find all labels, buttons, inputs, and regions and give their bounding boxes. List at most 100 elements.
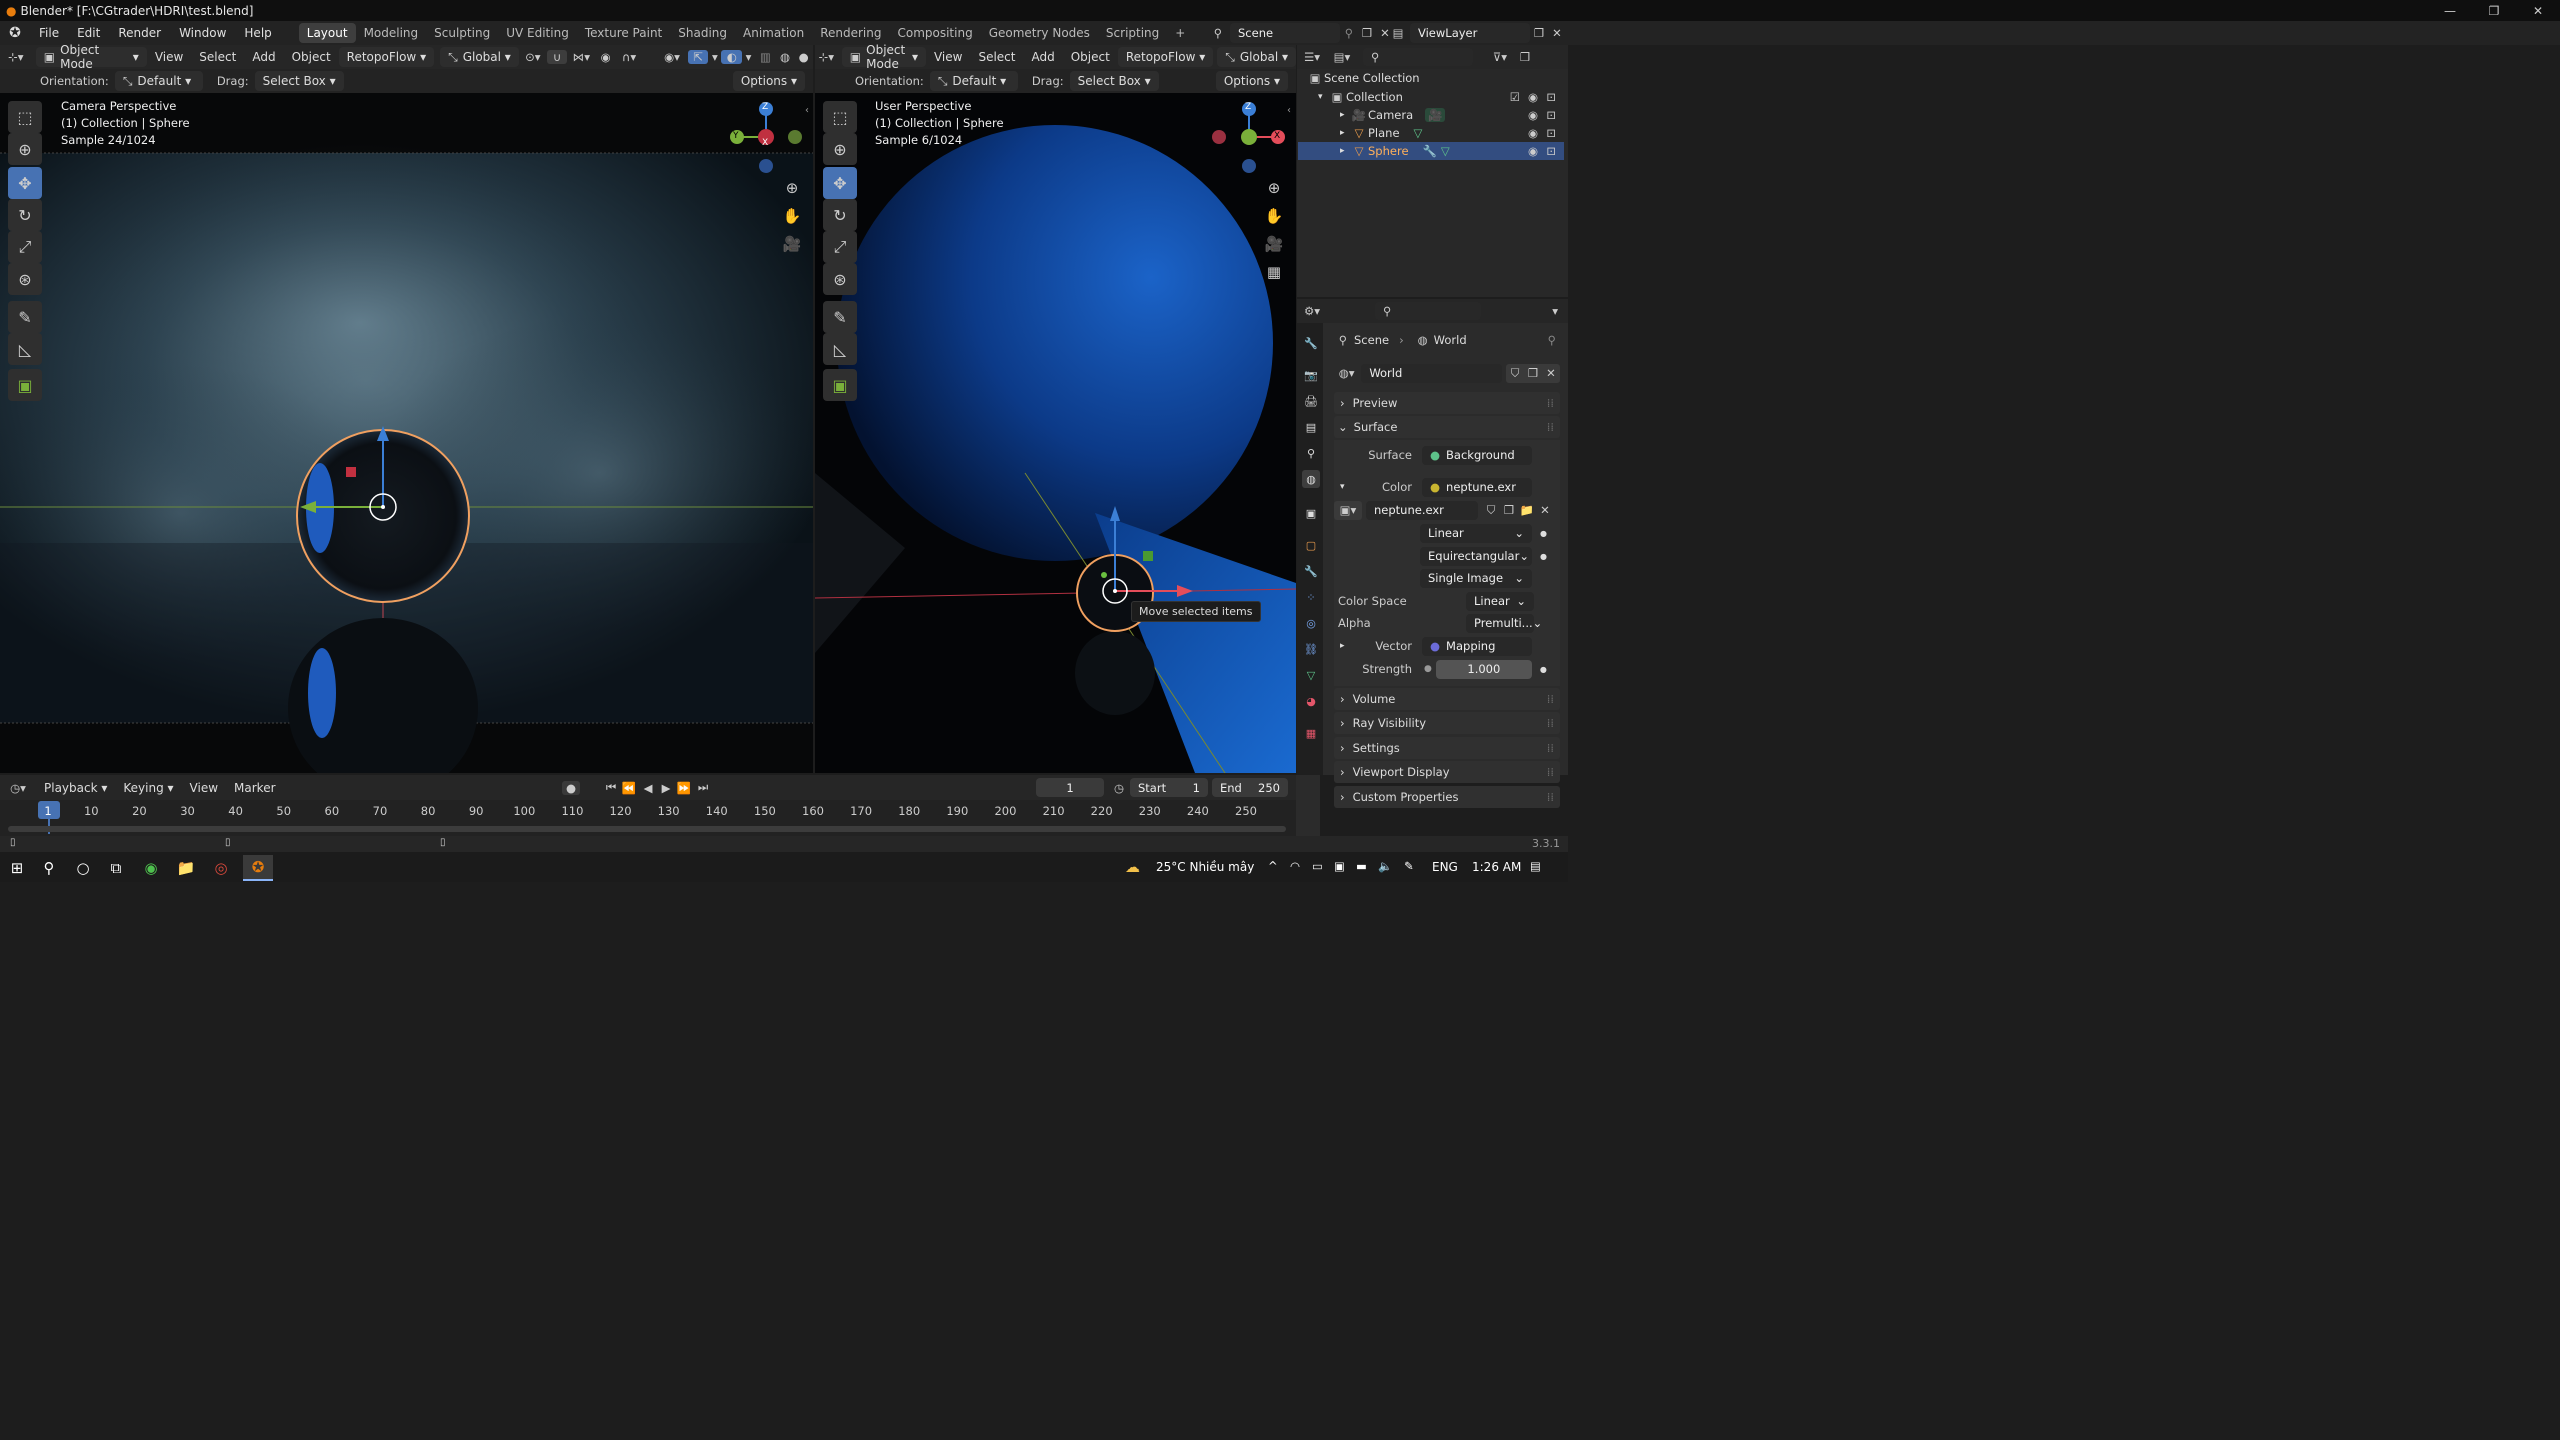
collection-checkbox-icon[interactable]: ☑ (1510, 90, 1520, 104)
outliner-scene-collection[interactable]: ▣ Scene Collection (1298, 69, 1564, 87)
material-tab-icon[interactable]: ◕ (1302, 692, 1320, 710)
sphere-eye-icon[interactable]: ◉ (1528, 144, 1538, 158)
image-unlink-icon[interactable]: ✕ (1536, 503, 1554, 517)
tab-modeling[interactable]: Modeling (356, 23, 427, 43)
panel-volume[interactable]: › Volume ⁞⁞ (1334, 688, 1560, 710)
right-menu-object[interactable]: Object (1063, 47, 1118, 67)
camera-render-icon[interactable]: ⊡ (1546, 108, 1556, 122)
right-transform-orientation[interactable]: ⤡ Global ▾ (1217, 47, 1296, 67)
right-menu-view[interactable]: View (926, 47, 970, 67)
notifications-icon[interactable]: ▤ (1530, 859, 1541, 873)
data-tab-icon[interactable]: ▽ (1302, 666, 1320, 684)
interpolation-dropdown[interactable]: Linear ⌄ (1420, 523, 1532, 543)
pen-icon[interactable]: ✎ (1404, 859, 1414, 873)
right-menu-select[interactable]: Select (970, 47, 1023, 67)
ray-visibility-drag-icon[interactable]: ⁞⁞ (1547, 716, 1554, 730)
cortana-icon[interactable]: ○ (70, 856, 96, 880)
tab-compositing[interactable]: Compositing (889, 23, 980, 43)
right-menu-add[interactable]: Add (1024, 47, 1063, 67)
output-tab-icon[interactable]: 🖨 (1302, 392, 1320, 410)
outliner-sphere[interactable]: ▸ ▽ Sphere 🔧 ▽ ◉ ⊡ (1298, 142, 1564, 160)
add-workspace-button[interactable]: + (1167, 23, 1193, 43)
new-collection-icon[interactable]: ❐ (1515, 50, 1535, 64)
meet-now-icon[interactable]: ▭ (1312, 859, 1323, 873)
solid-shading-icon[interactable]: ● (794, 50, 813, 64)
windows-start-icon[interactable]: ⊞ (4, 856, 30, 880)
properties-options-icon[interactable]: ▾ (1552, 304, 1558, 318)
pivot-icon[interactable]: ⊙▾ (519, 50, 547, 64)
viewlayer-name-field[interactable]: ViewLayer (1410, 23, 1530, 43)
left-mode-dropdown[interactable]: ▣ Object Mode ▾ (35, 43, 147, 71)
color-input-field[interactable]: ● neptune.exr (1422, 477, 1532, 497)
right-menu-retopoflow[interactable]: RetopoFlow ▾ (1117, 47, 1214, 67)
clock[interactable]: 1:26 AM (1472, 860, 1521, 874)
physics-tab-icon[interactable]: ◎ (1302, 614, 1320, 632)
falloff-icon[interactable]: ∩▾ (616, 50, 642, 64)
search-icon[interactable]: ⚲ (36, 856, 62, 880)
outliner-camera[interactable]: ▸ 🎥 Camera 🎥 ◉ ⊡ (1298, 106, 1564, 124)
task-view-icon[interactable]: ⧉ (103, 856, 129, 880)
outliner-search[interactable]: ⚲ (1363, 48, 1473, 66)
tab-rendering[interactable]: Rendering (812, 23, 889, 43)
tab-sculpting[interactable]: Sculpting (426, 23, 498, 43)
play-icon[interactable]: ▶ (658, 781, 674, 795)
play-reverse-icon[interactable]: ◀ (640, 781, 656, 795)
jump-start-icon[interactable]: ⏮ (603, 780, 619, 795)
outliner-collection[interactable]: ▾ ▣ Collection ☑ ◉ ⊡ (1298, 88, 1564, 106)
panel-viewport-display[interactable]: › Viewport Display ⁞⁞ (1334, 761, 1560, 783)
file-explorer-icon[interactable]: 📁 (173, 856, 199, 880)
new-world-icon[interactable]: ❐ (1524, 366, 1542, 380)
scene-selector[interactable]: ⚲ Scene ⚲ ❐ ✕ (1206, 23, 1394, 43)
snap-icon[interactable]: ∪ (546, 50, 568, 64)
properties-editor-icon[interactable]: ⚙▾ (1297, 304, 1327, 318)
left-sidebar-toggle-icon[interactable]: ‹ (805, 105, 809, 116)
move-tool[interactable]: ✥ (8, 167, 42, 199)
snap-target-icon[interactable]: ⋈▾ (567, 50, 595, 64)
panel-custom-properties[interactable]: › Custom Properties ⁞⁞ (1334, 786, 1560, 808)
panel-surface[interactable]: ⌄ Surface ⁞⁞ (1334, 416, 1560, 438)
timeline-scrollbar[interactable] (8, 826, 1286, 832)
gizmo-dropdown-icon[interactable]: ▾ (708, 50, 721, 64)
preview-drag-icon[interactable]: ⁞⁞ (1547, 396, 1554, 410)
alpha-dropdown[interactable]: Premulti... ⌄ (1466, 613, 1542, 633)
right-transform-tool[interactable]: ⊛ (823, 263, 857, 295)
left-menu-retopoflow[interactable]: RetopoFlow ▾ (338, 47, 435, 67)
sphere-expand-icon[interactable]: ▸ (1340, 146, 1350, 156)
right-cursor-tool[interactable]: ⊕ (823, 133, 857, 165)
timeline-editor-icon[interactable]: ◷▾ (0, 781, 36, 795)
tab-shading[interactable]: Shading (670, 23, 735, 43)
weather-text[interactable]: 25°C Nhiều mây (1156, 860, 1254, 874)
properties-search[interactable]: ⚲ (1375, 302, 1481, 320)
right-orientation-dropdown[interactable]: ⤡ Default ▾ (929, 71, 1018, 91)
camera-expand-icon[interactable]: ▸ (1340, 110, 1350, 120)
display-mode-icon[interactable]: ▤▾ (1327, 50, 1357, 64)
tab-layout[interactable]: Layout (298, 23, 356, 43)
menu-window[interactable]: Window (170, 21, 235, 45)
collection-render-icon[interactable]: ⊡ (1546, 90, 1556, 104)
right-editor-type-icon[interactable]: ⊹▾ (815, 50, 838, 64)
display-icon[interactable]: ▣ (1334, 859, 1345, 873)
battery-icon[interactable]: ▬ (1356, 859, 1367, 873)
custom-properties-drag-icon[interactable]: ⁞⁞ (1547, 790, 1554, 804)
timeline-marker-menu[interactable]: Marker (226, 778, 283, 798)
collection-expand-icon[interactable]: ▾ (1318, 92, 1328, 102)
annotate-tool[interactable]: ✎ (8, 301, 42, 333)
blender-menu-icon[interactable]: ✪ (0, 25, 30, 41)
wireframe-shading-icon[interactable]: ◍ (776, 50, 795, 64)
tool-tab-icon[interactable]: 🔧 (1302, 334, 1320, 352)
color-expand-icon[interactable]: ▾ (1340, 482, 1352, 492)
tab-texture-paint[interactable]: Texture Paint (577, 23, 670, 43)
transform-tool[interactable]: ⊛ (8, 263, 42, 295)
prev-keyframe-icon[interactable]: ⏪ (621, 781, 637, 795)
vector-input-field[interactable]: ● Mapping (1422, 636, 1532, 656)
left-menu-select[interactable]: Select (191, 47, 244, 67)
maximize-button[interactable]: ❐ (2472, 0, 2516, 21)
scene-name-field[interactable]: Scene (1230, 23, 1340, 43)
jump-end-icon[interactable]: ⏭ (695, 780, 711, 795)
menu-help[interactable]: Help (235, 21, 280, 45)
right-options-dropdown[interactable]: Options ▾ (1215, 71, 1288, 91)
image-new-icon[interactable]: ❐ (1500, 503, 1518, 517)
modifier-tab-icon[interactable]: 🔧 (1302, 562, 1320, 580)
unlink-world-icon[interactable]: ✕ (1542, 366, 1560, 380)
world-name-field[interactable]: World (1361, 363, 1502, 383)
